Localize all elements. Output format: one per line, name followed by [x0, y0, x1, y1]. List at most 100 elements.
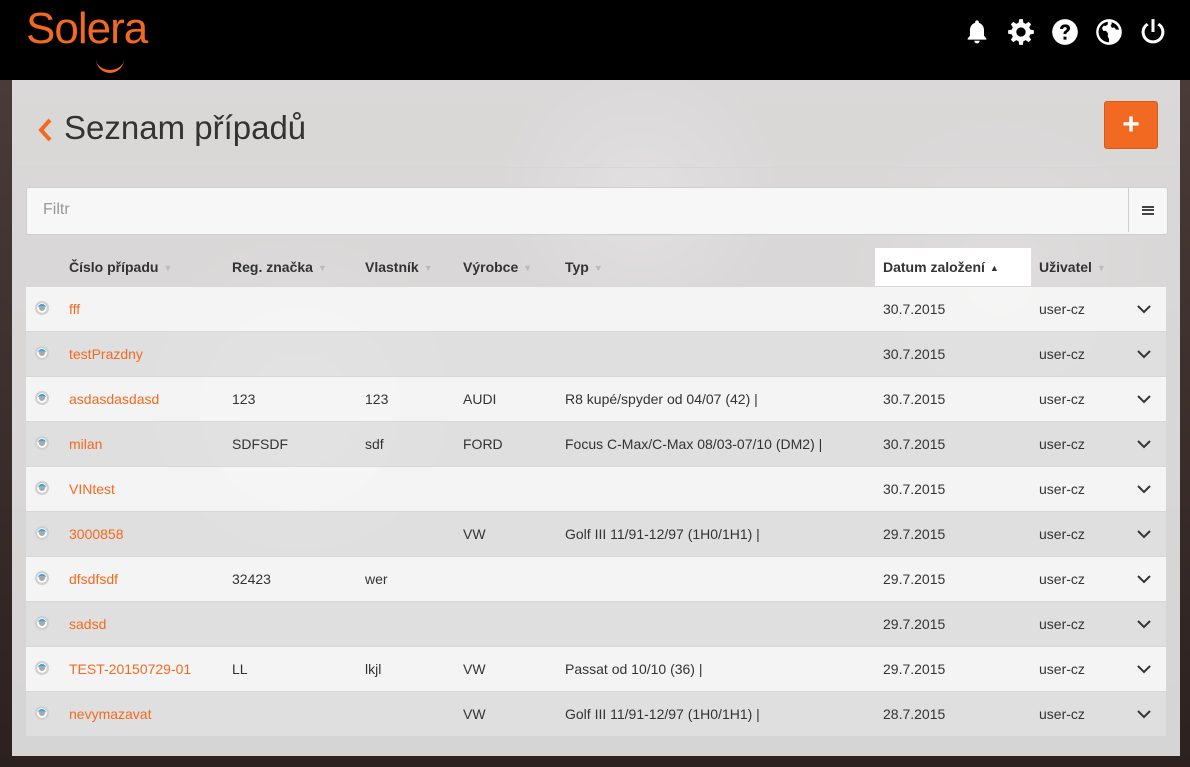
table-row[interactable]: testPrazdny 30.7.2015 user-cz	[26, 331, 1166, 376]
column-header-label: Vlastník	[365, 259, 419, 275]
cell-vlastnik: 123	[365, 391, 389, 407]
cell-uzivatel: user-cz	[1039, 616, 1085, 632]
cell-typ: Passat od 10/10 (36) |	[565, 661, 703, 677]
cell-vyrobce: VW	[463, 706, 486, 722]
globe-icon[interactable]	[1094, 17, 1124, 47]
status-icon	[35, 706, 49, 720]
cell-vyrobce: VW	[463, 526, 486, 542]
status-icon	[35, 436, 49, 450]
cell-cislo[interactable]: testPrazdny	[69, 332, 143, 376]
cell-datum: 30.7.2015	[883, 391, 946, 407]
column-header-label: Typ	[565, 259, 589, 275]
cell-datum: 29.7.2015	[883, 571, 946, 587]
chevron-down-icon[interactable]	[1132, 287, 1156, 331]
cell-cislo[interactable]: sadsd	[69, 602, 106, 646]
column-header-reg[interactable]: Reg. značka ▼	[232, 248, 327, 286]
top-icons	[962, 17, 1168, 47]
column-header-cislo[interactable]: Číslo případu ▼	[69, 248, 172, 286]
column-header-typ[interactable]: Typ ▼	[565, 248, 603, 286]
cell-datum: 30.7.2015	[883, 346, 946, 362]
cell-vlastnik: sdf	[365, 436, 384, 452]
cell-typ: Golf III 11/91-12/97 (1H0/1H1) |	[565, 526, 760, 542]
main-panel: Seznam případů + Číslo případu▼Reg. znač…	[12, 80, 1180, 756]
chevron-down-icon[interactable]	[1132, 377, 1156, 421]
power-icon[interactable]	[1138, 17, 1168, 47]
table-row[interactable]: asdasdasdasd 123 123 AUDI R8 kupé/spyder od …	[26, 376, 1166, 421]
sort-asc-icon: ▲	[989, 263, 999, 274]
column-header-vyrobce[interactable]: Výrobce ▼	[463, 248, 532, 286]
bell-icon[interactable]	[962, 17, 992, 47]
cell-datum: 30.7.2015	[883, 301, 946, 317]
cell-cislo[interactable]: asdasdasdasd	[69, 377, 159, 421]
table-row[interactable]: 3000858 VW Golf III 11/91-12/97 (1H0/1H1) …	[26, 511, 1166, 556]
table-header: Číslo případu ▼ Reg. značka ▼ Vlastník ▼ Výrob…	[26, 248, 1166, 286]
sort-icon: ▼	[523, 263, 533, 274]
top-bar: Solera	[0, 0, 1190, 80]
column-header-label: Číslo případu	[69, 259, 159, 275]
cell-vyrobce: FORD	[463, 436, 503, 452]
status-icon	[35, 571, 49, 585]
cell-datum: 28.7.2015	[883, 706, 946, 722]
status-icon	[35, 391, 49, 405]
page-header: Seznam případů +	[12, 80, 1180, 168]
page-title: Seznam případů	[64, 109, 307, 146]
column-header-uzivatel[interactable]: Uživatel ▼	[1039, 248, 1106, 286]
gear-icon[interactable]	[1006, 17, 1036, 47]
help-icon[interactable]	[1050, 17, 1080, 47]
cell-uzivatel: user-cz	[1039, 571, 1085, 587]
table-row[interactable]: TEST-20150729-01 LL lkjl VW Passat od 10/10 …	[26, 646, 1166, 691]
table-row[interactable]: milan SDFSDF sdf FORD Focus C-Max/C-Max 08/0…	[26, 421, 1166, 466]
chevron-down-icon[interactable]	[1132, 467, 1156, 511]
table-row[interactable]: fff 30.7.2015 user-cz	[26, 286, 1166, 331]
cell-cislo[interactable]: milan	[69, 422, 102, 466]
cell-datum: 30.7.2015	[883, 436, 946, 452]
cell-cislo[interactable]: VINtest	[69, 467, 115, 511]
cell-uzivatel: user-cz	[1039, 481, 1085, 497]
status-icon	[35, 616, 49, 630]
cell-vlastnik: wer	[365, 571, 388, 587]
cell-reg: 123	[232, 391, 256, 407]
cell-cislo[interactable]: TEST-20150729-01	[69, 647, 191, 691]
status-icon	[35, 346, 49, 360]
cell-cislo[interactable]: dfsdfsdf	[69, 557, 118, 601]
column-header-vlastnik[interactable]: Vlastník ▼	[365, 248, 433, 286]
cell-cislo[interactable]: 3000858	[69, 512, 124, 556]
sort-icon: ▼	[593, 263, 603, 274]
cell-reg: LL	[232, 661, 248, 677]
cell-uzivatel: user-cz	[1039, 526, 1085, 542]
filter-input[interactable]	[27, 188, 1125, 232]
cell-cislo[interactable]: nevymazavat	[69, 692, 151, 736]
cell-uzivatel: user-cz	[1039, 301, 1085, 317]
column-header-datum[interactable]: Datum založení ▲	[875, 248, 1031, 286]
back-chevron-icon[interactable]	[36, 116, 54, 144]
chevron-down-icon[interactable]	[1132, 422, 1156, 466]
column-header-label: Datum založení	[883, 259, 985, 275]
sort-icon: ▼	[1096, 263, 1106, 274]
table-row[interactable]: VINtest 30.7.2015 user-cz	[26, 466, 1166, 511]
table-row[interactable]: sadsd 29.7.2015 user-cz	[26, 601, 1166, 646]
cell-reg: 32423	[232, 571, 271, 587]
chevron-down-icon[interactable]	[1132, 512, 1156, 556]
status-icon	[35, 301, 49, 315]
cell-cislo[interactable]: fff	[69, 287, 80, 331]
filter-menu-icon[interactable]	[1128, 188, 1167, 232]
cell-reg: SDFSDF	[232, 436, 288, 452]
cell-datum: 29.7.2015	[883, 661, 946, 677]
sort-icon: ▼	[317, 263, 327, 274]
cell-uzivatel: user-cz	[1039, 661, 1085, 677]
status-icon	[35, 526, 49, 540]
chevron-down-icon[interactable]	[1132, 602, 1156, 646]
sort-icon: ▼	[163, 263, 173, 274]
status-icon	[35, 661, 49, 675]
chevron-down-icon[interactable]	[1132, 332, 1156, 376]
table-row[interactable]: dfsdfsdf 32423 wer 29.7.2015 user-cz	[26, 556, 1166, 601]
case-table: Číslo případu ▼ Reg. značka ▼ Vlastník ▼ Výrob…	[26, 248, 1166, 736]
chevron-down-icon[interactable]	[1132, 692, 1156, 736]
cell-vlastnik: lkjl	[365, 661, 382, 677]
chevron-down-icon[interactable]	[1132, 647, 1156, 691]
cell-datum: 30.7.2015	[883, 481, 946, 497]
table-row[interactable]: nevymazavat VW Golf III 11/91-12/97 (1H0/1…	[26, 691, 1166, 736]
chevron-down-icon[interactable]	[1132, 557, 1156, 601]
add-case-button[interactable]: +	[1104, 101, 1158, 149]
table-body: fff 30.7.2015 user-cz testPrazdny 30.7.2015 u…	[26, 286, 1166, 736]
